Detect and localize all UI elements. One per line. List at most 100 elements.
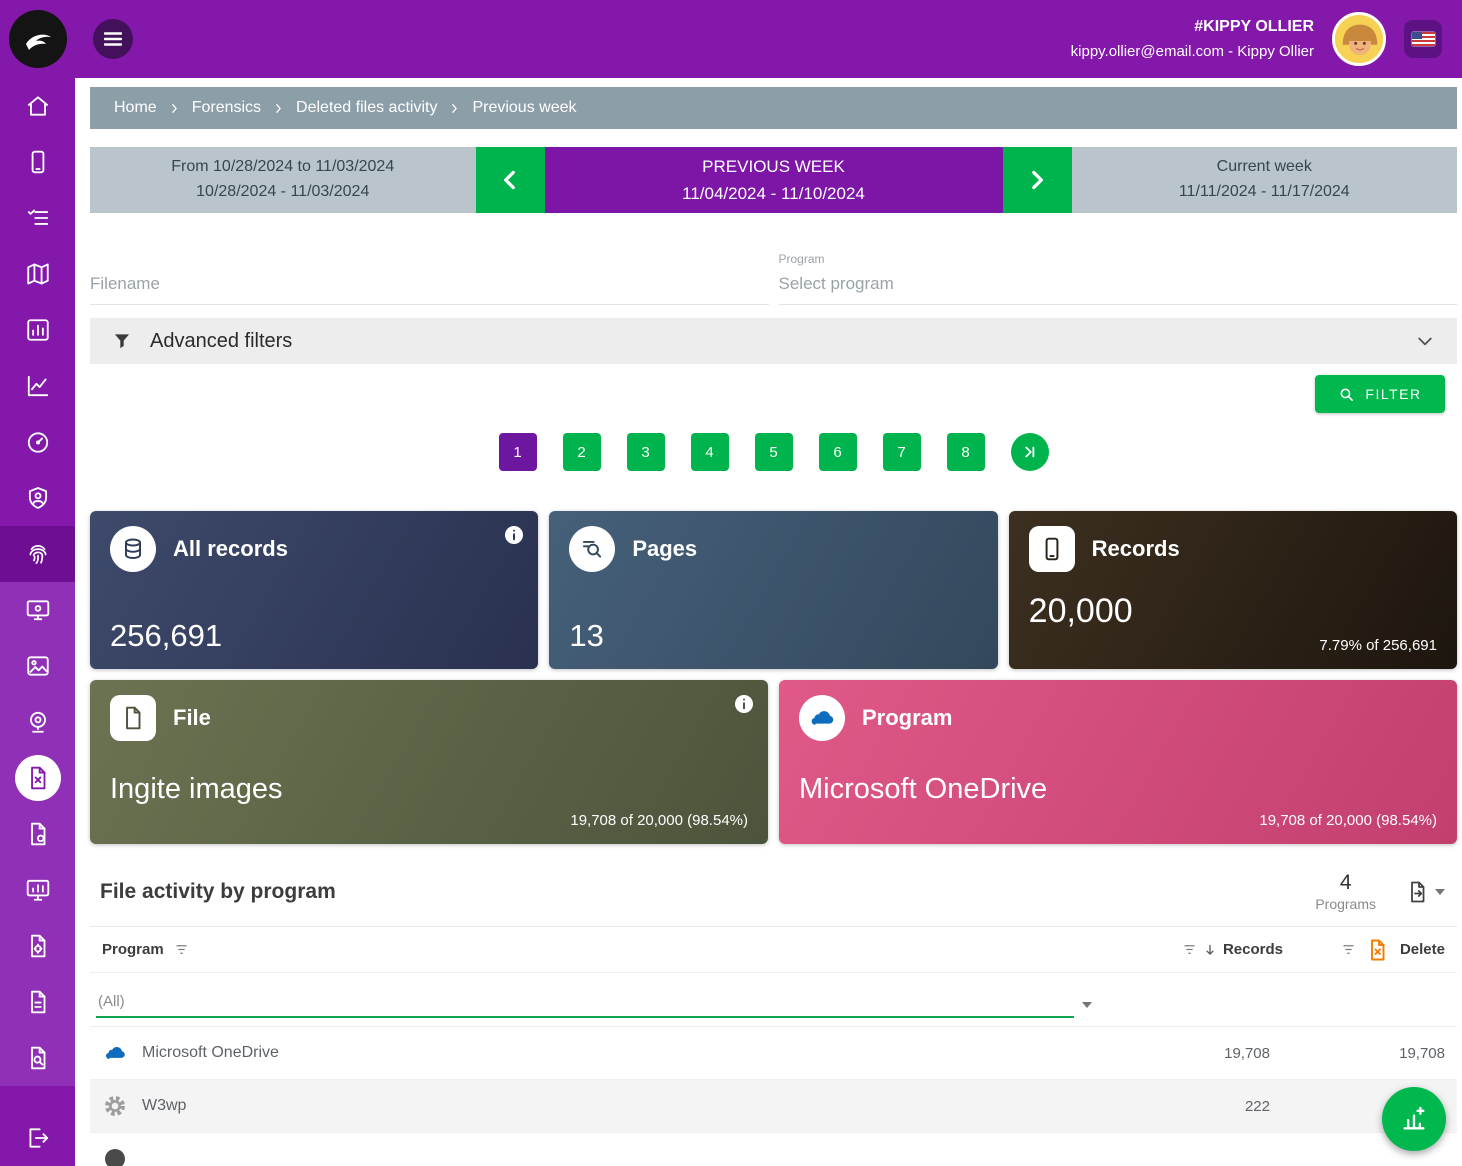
chevron-down-icon[interactable] <box>1415 331 1435 351</box>
sidebar-item-analytics[interactable] <box>0 358 75 414</box>
caret-down-icon <box>1082 1002 1092 1008</box>
program-select-input[interactable] <box>779 274 1458 294</box>
webcam-icon <box>25 709 51 735</box>
sidebar-item-deleted-files[interactable] <box>0 750 75 806</box>
pagination-page[interactable]: 7 <box>883 433 921 471</box>
sidebar-item-forensics[interactable] <box>0 526 75 582</box>
breadcrumb-previous-week: Previous week <box>472 99 576 117</box>
sidebar-item-file-settings[interactable] <box>0 918 75 974</box>
funnel-icon <box>112 331 132 351</box>
app-logo[interactable] <box>0 10 75 68</box>
avatar[interactable] <box>1332 12 1386 66</box>
pagination-page[interactable]: 4 <box>691 433 729 471</box>
caret-down-icon <box>1435 889 1445 895</box>
sidebar-item-dashboard[interactable] <box>0 414 75 470</box>
sidebar-item-activity-log[interactable] <box>0 190 75 246</box>
current-period-block: PREVIOUS WEEK 11/04/2024 - 11/10/2024 <box>545 147 1003 213</box>
card-title: All records <box>173 536 288 562</box>
top-bar: #KIPPY OLLIER kippy.ollier@email.com - K… <box>0 0 1462 78</box>
program-filter-select[interactable]: (All) <box>96 993 1074 1018</box>
table-row[interactable]: W3wp 222 <box>90 1080 1457 1133</box>
week-forward-button[interactable] <box>1003 147 1072 213</box>
add-report-fab[interactable] <box>1382 1087 1446 1151</box>
pagination-page[interactable]: 2 <box>563 433 601 471</box>
breadcrumb-home[interactable]: Home <box>114 99 157 117</box>
records-column-label: Records <box>1223 941 1283 958</box>
breadcrumb: Home Forensics Deleted files activity Pr… <box>90 87 1457 129</box>
file-card: File Ingite images 19,708 of 20,000 (98.… <box>90 680 768 844</box>
sidebar-item-security[interactable] <box>0 470 75 526</box>
week-back-button[interactable] <box>476 147 545 213</box>
table-row[interactable] <box>90 1133 1457 1166</box>
language-selector-button[interactable] <box>1404 20 1442 58</box>
filter-button[interactable]: FILTER <box>1315 375 1445 413</box>
delete-column-label: Delete <box>1400 941 1445 958</box>
user-tag: #KIPPY OLLIER <box>1071 15 1314 40</box>
sidebar <box>0 78 75 1166</box>
sidebar-item-program-activity[interactable] <box>0 862 75 918</box>
sidebar-item-file-search[interactable] <box>0 1030 75 1086</box>
sidebar-item-file-report[interactable] <box>0 806 75 862</box>
sidebar-item-screen-monitoring[interactable] <box>0 582 75 638</box>
info-icon[interactable] <box>734 694 754 714</box>
filter-button-label: FILTER <box>1365 386 1421 402</box>
program-column-label: Program <box>102 941 164 958</box>
chevron-right-icon <box>448 102 461 115</box>
pagination-page[interactable]: 6 <box>819 433 857 471</box>
onedrive-cloud-icon <box>102 1040 128 1066</box>
filter-inputs: Program <box>90 213 1457 305</box>
delete-column-header[interactable]: Delete <box>1341 938 1445 962</box>
sidebar-item-screenshots[interactable] <box>0 638 75 694</box>
table-row[interactable]: Microsoft OneDrive 19,708 19,708 <box>90 1027 1457 1080</box>
main-content: Home Forensics Deleted files activity Pr… <box>75 78 1462 1166</box>
sidebar-item-home[interactable] <box>0 78 75 134</box>
chevron-left-icon <box>497 167 523 193</box>
pagination-page[interactable]: 3 <box>627 433 665 471</box>
chevron-right-icon <box>272 102 285 115</box>
sidebar-item-logout[interactable] <box>0 1110 75 1166</box>
program-field-wrap: Program <box>779 227 1458 305</box>
arrow-down-icon <box>1203 943 1217 957</box>
sidebar-item-map[interactable] <box>0 246 75 302</box>
filter-action-row: FILTER <box>90 364 1457 413</box>
info-icon[interactable] <box>504 525 524 545</box>
previous-week-block[interactable]: From 10/28/2024 to 11/03/2024 10/28/2024… <box>90 147 476 213</box>
advanced-filters-toggle[interactable]: Advanced filters <box>90 318 1457 364</box>
next-week-block[interactable]: Current week 11/11/2024 - 11/17/2024 <box>1072 147 1458 213</box>
pages-search-icon <box>569 526 615 572</box>
table-header: File activity by program 4 Programs <box>90 855 1457 927</box>
search-icon <box>1338 386 1355 403</box>
file-badge-icon <box>25 821 51 847</box>
top-file-value: Ingite images <box>110 773 748 806</box>
gauge-icon <box>25 429 51 455</box>
program-filter-row: (All) <box>90 973 1457 1027</box>
monitor-eye-icon <box>25 597 51 623</box>
bar-chart-box-icon <box>25 317 51 343</box>
program-column-header[interactable]: Program <box>102 941 189 958</box>
line-chart-icon <box>25 373 51 399</box>
pagination-last-page-button[interactable] <box>1011 433 1049 471</box>
sidebar-item-reports[interactable] <box>0 302 75 358</box>
breadcrumb-deleted-files-activity[interactable]: Deleted files activity <box>296 99 437 117</box>
top-program-subtext: 19,708 of 20,000 (98.54%) <box>799 812 1437 829</box>
hamburger-menu-button[interactable] <box>93 19 133 59</box>
sidebar-item-saved-files[interactable] <box>0 974 75 1030</box>
export-menu-button[interactable] <box>1406 880 1445 904</box>
list-check-icon <box>25 205 51 231</box>
top-program-value: Microsoft OneDrive <box>799 773 1437 806</box>
sidebar-item-webcam[interactable] <box>0 694 75 750</box>
table-title: File activity by program <box>100 880 336 904</box>
pagination-page[interactable]: 8 <box>947 433 985 471</box>
records-column-header[interactable]: Records <box>1182 941 1283 958</box>
stat-cards-row-2: File Ingite images 19,708 of 20,000 (98.… <box>90 680 1457 844</box>
filename-input[interactable] <box>90 274 769 294</box>
all-records-card: All records 256,691 <box>90 511 538 669</box>
programs-count: 4 Programs <box>1315 870 1376 914</box>
program-name: Microsoft OneDrive <box>142 1044 279 1062</box>
breadcrumb-forensics[interactable]: Forensics <box>192 99 261 117</box>
sidebar-item-devices[interactable] <box>0 134 75 190</box>
records-value: 222 <box>1140 1098 1270 1115</box>
pagination-page[interactable]: 5 <box>755 433 793 471</box>
shield-user-icon <box>25 485 51 511</box>
pagination-page[interactable]: 1 <box>499 433 537 471</box>
